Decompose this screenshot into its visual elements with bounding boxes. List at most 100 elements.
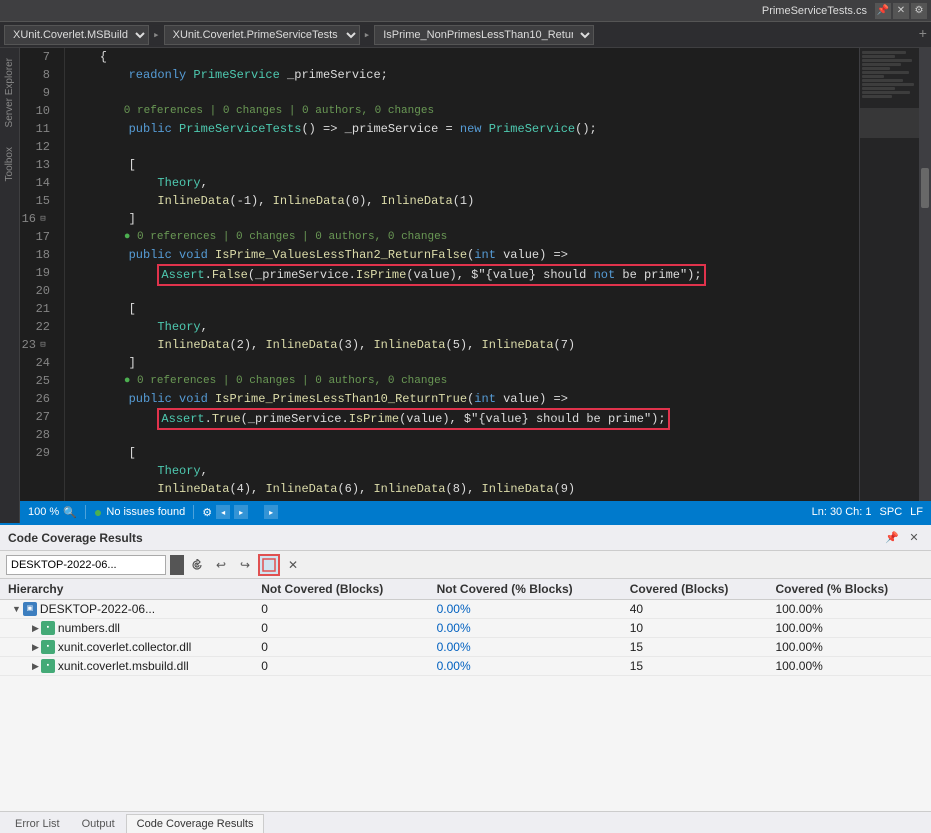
not-covered-blocks: 0 — [253, 638, 428, 657]
ln-15: 15 — [20, 192, 56, 210]
settings-icon-status[interactable]: ⚙ — [202, 506, 212, 519]
panel-title: Code Coverage Results — [8, 531, 883, 545]
ln-26: 26 — [20, 390, 56, 408]
status-bar: 100 % 🔍 ● No issues found ⚙ ◂ ▸ — [20, 501, 931, 523]
minimap-highlight — [860, 108, 919, 138]
row-name: xunit.coverlet.collector.dll — [58, 640, 191, 654]
info-line-10: 0 references | 0 changes | 0 authors, 0 … — [65, 102, 859, 120]
expand-arrow[interactable]: ▼ — [12, 604, 21, 614]
progress-indicator — [170, 555, 184, 575]
bottom-panel: Code Coverage Results 📌 ✕ ↩ ↪ ✕ — [0, 523, 931, 833]
panel-close-button[interactable]: ✕ — [905, 529, 923, 547]
expand-arrow[interactable]: ▶ — [32, 661, 39, 672]
vertical-scrollbar[interactable] — [919, 48, 931, 501]
col-not-covered-blocks: Not Covered (Blocks) — [253, 579, 428, 600]
type-dropdown[interactable]: XUnit.Coverlet.PrimeServiceTests — [164, 25, 360, 45]
not-covered-pct: 0.00% — [429, 619, 622, 638]
code-line-7: { — [65, 48, 859, 66]
not-covered-blocks: 0 — [253, 600, 428, 619]
code-line-11 — [65, 138, 859, 156]
line-col: Ln: 30 Ch: 1 — [812, 506, 872, 518]
not-covered-blocks: 0 — [253, 657, 428, 676]
settings-button[interactable]: ⚙ — [911, 3, 927, 19]
status-sep-2 — [193, 505, 194, 519]
ln-8: 8 — [20, 66, 56, 84]
status-nav: ⚙ ◂ ▸ — [202, 505, 248, 519]
scrollbar-thumb[interactable] — [921, 168, 929, 208]
zoom-level: 100 % — [28, 506, 59, 518]
col-hierarchy: Hierarchy — [0, 579, 253, 600]
not-covered-pct: 0.00% — [429, 657, 622, 676]
server-explorer-tab[interactable]: Server Explorer — [4, 58, 15, 127]
panel-pin-button[interactable]: 📌 — [883, 529, 901, 547]
ln-17: 17 — [20, 228, 56, 246]
code-content[interactable]: { readonly PrimeService _primeService; 0… — [65, 48, 859, 501]
code-line-29: ] — [65, 498, 859, 501]
ln-29: 29 — [20, 444, 56, 462]
table-row[interactable]: ▶ ▪ xunit.coverlet.collector.dll 00.00%1… — [0, 638, 931, 657]
ln-21: 21 — [20, 300, 56, 318]
table-row[interactable]: ▼ ▣ DESKTOP-2022-06... 00.00%40100.00% — [0, 600, 931, 619]
tab-error-list[interactable]: Error List — [4, 814, 71, 833]
table-row[interactable]: ▶ ▪ numbers.dll 00.00%10100.00% — [0, 619, 931, 638]
tab-output[interactable]: Output — [71, 814, 126, 833]
code-line-23: public void IsPrime_PrimesLessThan10_Ret… — [65, 390, 859, 408]
nav-next-arrow[interactable]: ▸ — [234, 505, 248, 519]
dll-icon: ▪ — [41, 621, 55, 635]
line-ending: LF — [910, 506, 923, 518]
status-sep-1 — [85, 505, 86, 519]
ln-18: 18 — [20, 246, 56, 264]
code-line-27: Theory, — [65, 462, 859, 480]
code-line-14: InlineData(-1), InlineData(0), InlineDat… — [65, 192, 859, 210]
member-dropdown[interactable]: IsPrime_NonPrimesLessThan10_ReturnFalse(… — [374, 25, 594, 45]
col-covered-pct: Covered (% Blocks) — [767, 579, 931, 600]
code-line-26: [ — [65, 444, 859, 462]
title-controls: 📌 ✕ ⚙ — [875, 3, 927, 19]
covered-blocks: 15 — [622, 638, 768, 657]
covered-blocks: 15 — [622, 657, 768, 676]
editor-area[interactable]: 7 8 9 10 11 12 13 14 15 16⊟ 17 18 19 20 … — [20, 48, 931, 501]
status-right: Ln: 30 Ch: 1 SPC LF — [812, 506, 923, 518]
ln-20: 20 — [20, 282, 56, 300]
close-tab-button[interactable]: ✕ — [893, 3, 909, 19]
scroll-right-arrow[interactable]: ▸ — [264, 505, 278, 519]
tab-code-coverage[interactable]: Code Coverage Results — [126, 814, 265, 833]
code-line-28: InlineData(4), InlineData(6), InlineData… — [65, 480, 859, 498]
pin-button[interactable]: 📌 — [875, 3, 891, 19]
row-name: xunit.coverlet.msbuild.dll — [58, 659, 189, 673]
code-line-9 — [65, 84, 859, 102]
no-issues-text: No issues found — [106, 506, 185, 518]
row-name: numbers.dll — [58, 621, 120, 635]
code-line-19: [ — [65, 300, 859, 318]
not-covered-pct: 0.00% — [429, 600, 622, 619]
class-dropdown[interactable]: XUnit.Coverlet.MSBuild — [4, 25, 149, 45]
check-icon: ● — [94, 504, 102, 520]
covered-pct: 100.00% — [767, 638, 931, 657]
export-button[interactable]: ✕ — [282, 554, 304, 576]
ln-28: 28 — [20, 426, 56, 444]
toolbox-tab[interactable]: Toolbox — [4, 147, 15, 181]
table-row[interactable]: ▶ ▪ xunit.coverlet.msbuild.dll 00.00%151… — [0, 657, 931, 676]
show-coverage-button[interactable] — [258, 554, 280, 576]
zoom-control[interactable]: 100 % 🔍 — [28, 506, 77, 519]
code-line-17: Assert.False(_primeService.IsPrime(value… — [65, 264, 859, 282]
nav-sep-2: ▸ — [362, 28, 373, 42]
coverage-table[interactable]: Hierarchy Not Covered (Blocks) Not Cover… — [0, 579, 931, 811]
search-input[interactable] — [6, 555, 166, 575]
code-line-20: Theory, — [65, 318, 859, 336]
refresh-button[interactable] — [186, 554, 208, 576]
status-left: 100 % 🔍 ● No issues found ⚙ ◂ ▸ — [28, 504, 278, 520]
expand-arrow[interactable]: ▶ — [32, 642, 39, 653]
expand-arrow[interactable]: ▶ — [32, 623, 39, 634]
nav-plus-icon[interactable]: + — [919, 27, 927, 43]
undo-button[interactable]: ↩ — [210, 554, 232, 576]
not-covered-pct: 0.00% — [429, 638, 622, 657]
bottom-tabs: Error List Output Code Coverage Results — [0, 811, 931, 833]
nav-prev-arrow[interactable]: ◂ — [216, 505, 230, 519]
hierarchy-cell: ▶ ▪ numbers.dll — [8, 621, 245, 635]
redo-button[interactable]: ↪ — [234, 554, 256, 576]
code-line-24: Assert.True(_primeService.IsPrime(value)… — [65, 408, 859, 426]
row-name: DESKTOP-2022-06... — [40, 602, 155, 616]
no-issues: ● No issues found — [94, 504, 185, 520]
covered-pct: 100.00% — [767, 619, 931, 638]
